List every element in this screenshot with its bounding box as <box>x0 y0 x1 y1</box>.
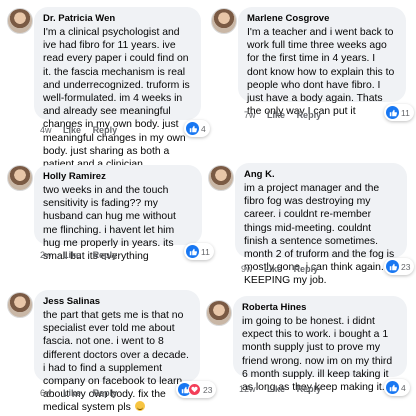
avatar[interactable] <box>7 8 33 34</box>
like-button[interactable]: Like <box>63 125 81 135</box>
reaction-number: 4 <box>401 382 406 393</box>
comment-author[interactable]: Jess Salinas <box>43 296 191 308</box>
comment-time[interactable]: 2w <box>40 250 52 260</box>
like-button[interactable]: Like <box>63 250 81 260</box>
avatar[interactable] <box>208 165 234 191</box>
like-button[interactable]: Like <box>267 110 285 120</box>
comment-author[interactable]: Marlene Cosgrove <box>247 13 397 25</box>
reaction-count[interactable]: 11 <box>384 104 414 121</box>
comment-text: the part that gets me is that no special… <box>43 309 191 415</box>
avatar[interactable] <box>211 8 237 34</box>
reply-button[interactable]: Reply <box>297 110 322 120</box>
like-icon <box>186 122 199 135</box>
like-button[interactable]: Like <box>264 264 282 274</box>
like-icon <box>386 260 399 273</box>
like-icon <box>386 381 399 394</box>
like-button[interactable]: Like <box>267 384 285 394</box>
love-icon <box>188 383 201 396</box>
reaction-number: 4 <box>201 123 206 134</box>
comment-meta: 7w Like Reply <box>244 110 330 120</box>
reaction-count[interactable]: 4 <box>384 379 410 396</box>
reply-button[interactable]: Reply <box>93 388 118 398</box>
comment-author[interactable]: Roberta Hines <box>242 302 398 314</box>
reaction-number: 11 <box>201 246 210 257</box>
like-icon <box>386 106 399 119</box>
reaction-count[interactable]: 23 <box>384 258 415 275</box>
comment-bubble: Dr. Patricia Wen I'm a clinical psycholo… <box>34 7 201 170</box>
avatar[interactable] <box>7 165 33 191</box>
comment-text: I'm a clinical psychologist and ive had … <box>43 27 190 170</box>
comment-meta: 4w Like Reply <box>40 125 126 135</box>
comment-meta: 9w Like Reply <box>241 264 327 274</box>
comment-meta: 12w Like Reply <box>239 384 330 394</box>
comment-time[interactable]: 4w <box>40 125 52 135</box>
comment-author[interactable]: Ang K. <box>244 169 398 181</box>
comment-bubble: Holly Ramirez two weeks in and the touch… <box>34 165 202 262</box>
comment-bubble: Jess Salinas the part that gets me is th… <box>34 290 200 413</box>
reply-button[interactable]: Reply <box>93 250 118 260</box>
like-icon <box>186 245 199 258</box>
comment-bubble: Roberta Hines im going to be honest. i d… <box>233 296 407 393</box>
comment-meta: 2w Like Reply <box>40 250 126 260</box>
comment-text: I'm a teacher and i went back to work fu… <box>247 27 395 118</box>
comment-time[interactable]: 7w <box>244 110 256 120</box>
reaction-count[interactable]: 11 <box>184 243 214 260</box>
reaction-number: 11 <box>401 107 410 118</box>
avatar[interactable] <box>206 300 232 326</box>
comment-bubble: Ang K. im a project manager and the fibr… <box>235 163 407 286</box>
like-button[interactable]: Like <box>63 388 81 398</box>
avatar[interactable] <box>7 292 33 318</box>
comment-author[interactable]: Dr. Patricia Wen <box>43 13 192 25</box>
reaction-count[interactable]: 23 <box>176 381 217 398</box>
reaction-count[interactable]: 4 <box>184 120 210 137</box>
reaction-number: 23 <box>401 261 411 272</box>
reply-button[interactable]: Reply <box>93 125 118 135</box>
comment-time[interactable]: 12w <box>239 384 256 394</box>
comment-time[interactable]: 6w <box>40 388 52 398</box>
reaction-number: 23 <box>203 384 213 395</box>
comment-meta: 6w Like Reply <box>40 388 126 398</box>
comment-time[interactable]: 9w <box>241 264 253 274</box>
comment-bubble: Marlene Cosgrove I'm a teacher and i wen… <box>238 7 406 117</box>
reply-button[interactable]: Reply <box>294 264 319 274</box>
reply-button[interactable]: Reply <box>297 384 322 394</box>
comment-text: im going to be honest. i didnt expect th… <box>242 316 393 394</box>
comment-author[interactable]: Holly Ramirez <box>43 171 193 183</box>
grin-emoji-icon <box>134 401 145 412</box>
